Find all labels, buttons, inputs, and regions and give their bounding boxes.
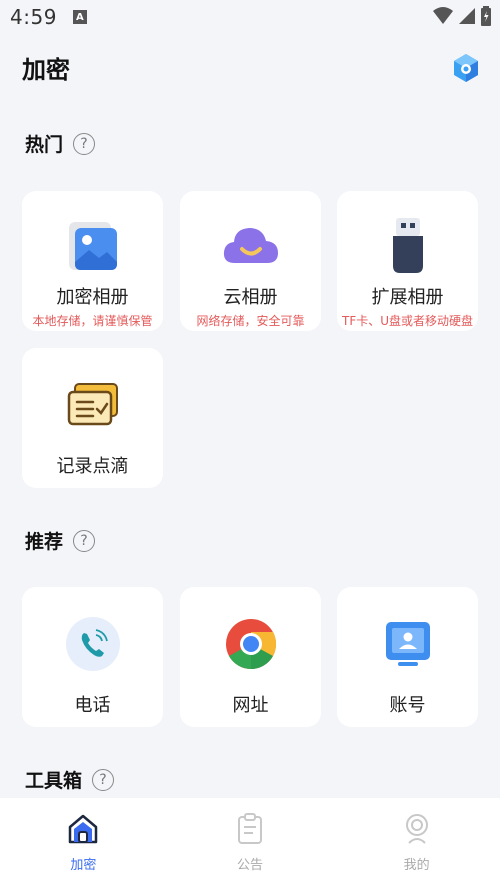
card-label: 加密相册: [56, 287, 129, 308]
card-subtitle: 网络存储，安全可靠: [196, 314, 305, 328]
signal-icon: [459, 8, 475, 24]
tab-label: 公告: [237, 858, 264, 873]
card-label: 云相册: [223, 287, 278, 308]
card-extended-album[interactable]: 扩展相册 TF卡、U盘或者移动硬盘: [337, 191, 478, 331]
phone-icon: [62, 613, 124, 675]
wifi-icon: [433, 7, 453, 24]
section-toolbox-label: 工具箱: [25, 770, 83, 792]
card-subtitle: TF卡、U盘或者移动硬盘: [341, 314, 474, 328]
battery-icon: [481, 6, 491, 26]
card-subtitle: 本地存储，请谨慎保管: [32, 314, 153, 328]
profile-icon: [405, 814, 428, 844]
card-notes[interactable]: 记录点滴: [22, 348, 163, 488]
card-encrypted-album[interactable]: 加密相册 本地存储，请谨慎保管: [22, 191, 163, 331]
photo-album-icon: [62, 215, 124, 277]
section-recommend-label: 推荐: [25, 531, 64, 553]
tab-encrypt[interactable]: 加密: [0, 798, 167, 888]
card-label: 网址: [232, 695, 269, 716]
cloud-icon: [220, 215, 282, 277]
card-cloud-album[interactable]: 云相册 网络存储，安全可靠: [180, 191, 321, 331]
bottom-tab-bar: 加密 公告 我的: [0, 798, 500, 888]
help-icon[interactable]: ?: [92, 768, 115, 791]
tab-label: 加密: [70, 858, 97, 873]
card-label: 账号: [389, 695, 426, 716]
usb-drive-icon: [377, 215, 439, 277]
account-icon: [377, 613, 439, 675]
section-recommend-title: 推荐 ?: [25, 527, 96, 554]
cube-logo-icon[interactable]: [450, 52, 482, 84]
tab-announcement[interactable]: 公告: [167, 798, 334, 888]
section-hot-label: 热门: [25, 134, 64, 156]
card-label: 记录点滴: [56, 456, 129, 477]
section-toolbox-title: 工具箱 ?: [25, 766, 115, 793]
clipboard-icon: [238, 813, 262, 844]
tab-mine[interactable]: 我的: [333, 798, 500, 888]
status-indicators: [432, 6, 492, 26]
help-icon[interactable]: ?: [73, 132, 96, 155]
section-hot-title: 热门 ?: [25, 130, 96, 157]
card-url[interactable]: 网址: [180, 587, 321, 727]
tab-label: 我的: [403, 858, 430, 873]
notes-icon: [62, 374, 124, 436]
card-label: 扩展相册: [371, 287, 444, 308]
app-header: 加密: [0, 46, 500, 90]
page-title: 加密: [22, 56, 70, 84]
notification-a-icon: A: [72, 10, 87, 24]
status-time: 4:59: [10, 5, 57, 29]
home-icon: [69, 814, 98, 844]
card-account[interactable]: 账号: [337, 587, 478, 727]
card-phone[interactable]: 电话: [22, 587, 163, 727]
card-label: 电话: [74, 695, 111, 716]
chrome-icon: [220, 613, 282, 675]
status-bar: 4:59 A: [0, 0, 500, 34]
help-icon[interactable]: ?: [73, 529, 96, 552]
